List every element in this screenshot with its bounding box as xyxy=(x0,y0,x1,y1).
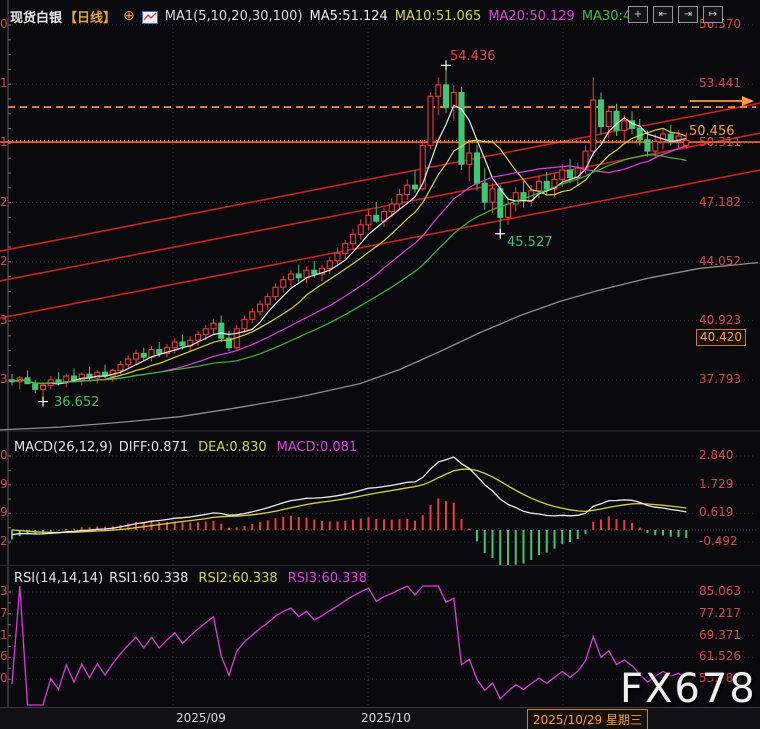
rsi-axis-label-clipped: 6 xyxy=(0,649,8,663)
rsi-axis-label-clipped: 3 xyxy=(0,584,8,598)
macd-axis-label: -0.492 xyxy=(699,534,738,548)
macd-series xyxy=(12,457,686,565)
price-axis-label-clipped: 0 xyxy=(0,17,8,31)
current-date-label: 2025/10/29 星期三 xyxy=(527,709,648,729)
rsi3-value: RSI3:60.338 xyxy=(288,571,367,586)
price-axis-label: 44.052 xyxy=(699,254,741,268)
macd-axis-label: 0.619 xyxy=(699,505,733,519)
rsi-series xyxy=(12,586,686,705)
macd-axis-label-clipped: 9 xyxy=(0,477,8,491)
macd-label: MACD(26,12,9) xyxy=(14,440,113,455)
macd-axis-label: 2.840 xyxy=(699,448,733,462)
ma-settings-label: MA1(5,10,20,30,100) xyxy=(165,9,303,24)
price-axis-label-clipped: 3 xyxy=(0,313,8,327)
rsi-axis-label: 69.371 xyxy=(699,628,741,642)
rsi1-value: RSI1:60.338 xyxy=(109,571,188,586)
reset-scale-icon[interactable]: ↦ xyxy=(703,6,723,23)
symbol-title: 现货白银 xyxy=(10,7,62,26)
price-axis-label: 53.441 xyxy=(699,76,741,90)
price-axis-label: 40.923 xyxy=(699,313,741,327)
rsi-header: RSI(14,14,14) RSI1:60.338 RSI2:60.338 RS… xyxy=(14,571,367,586)
swing-low-annotation: 45.527 xyxy=(507,235,553,250)
ma100-line xyxy=(0,263,758,430)
ma30-line xyxy=(12,155,686,384)
candlestick-series xyxy=(10,65,689,401)
rsi-line xyxy=(12,586,686,705)
high-annotation: 54.436 xyxy=(450,49,496,64)
scale-right-icon[interactable]: ⇥ xyxy=(678,6,698,23)
price-axis-label-clipped: 3 xyxy=(0,372,8,386)
time-label-sep: 2025/09 xyxy=(176,711,226,725)
macd-dea-value: DEA:0.830 xyxy=(198,440,267,455)
price-chart-canvas[interactable] xyxy=(0,0,760,729)
period-tag: 【日线】 xyxy=(64,7,116,26)
ma20-line xyxy=(12,146,686,384)
trend-lines xyxy=(0,96,760,318)
rsi-axis-label: 61.526 xyxy=(699,649,741,663)
rsi-axis-label: 77.217 xyxy=(699,606,741,620)
ma100 xyxy=(0,263,758,430)
macd-header: MACD(26,12,9) DIFF:0.871 DEA:0.830 MACD:… xyxy=(14,440,357,455)
watermark: FX678 xyxy=(620,666,757,712)
price-axis-label: 47.182 xyxy=(699,195,741,209)
pan-tool-icon[interactable]: + xyxy=(628,6,648,23)
time-label-oct: 2025/10 xyxy=(361,711,411,725)
add-indicator-icon[interactable]: ⊕ xyxy=(123,8,135,24)
rsi-axis-label-clipped: 7 xyxy=(0,606,8,620)
price-axis-label-clipped: 1 xyxy=(0,135,8,149)
macd-axis-label: 1.729 xyxy=(699,477,733,491)
price-axis-label-clipped: 2 xyxy=(0,254,8,268)
rsi2-value: RSI2:60.338 xyxy=(198,571,277,586)
current-price-tag: 50.456 xyxy=(689,124,735,139)
scale-left-icon[interactable]: ⇤ xyxy=(653,6,673,23)
rsi-label: RSI(14,14,14) xyxy=(14,571,103,586)
price-axis-label: 37.793 xyxy=(699,372,741,386)
macd-axis-label-clipped: 0 xyxy=(0,448,8,462)
rsi-axis-label-clipped: 1 xyxy=(0,628,8,642)
left-low-annotation: 36.652 xyxy=(54,395,100,410)
rsi-axis-label: 85.063 xyxy=(699,584,741,598)
alert-price-tag: 40.420 xyxy=(696,329,746,346)
chart-toolbar: + ⇤ ⇥ ↦ xyxy=(628,6,723,23)
ma10-value: MA10:51.065 xyxy=(395,9,482,24)
macd-diff-value: DIFF:0.871 xyxy=(119,440,188,455)
macd-hist-value: MACD:0.081 xyxy=(277,440,358,455)
macd-axis-label-clipped: 9 xyxy=(0,505,8,519)
chart-header: 现货白银【日线】 ⊕ MA1(5,10,20,30,100) MA5:51.12… xyxy=(10,6,644,26)
macd-axis-label-clipped: 2 xyxy=(0,534,8,548)
diff-line xyxy=(12,457,686,535)
ma20-value: MA20:50.129 xyxy=(488,9,575,24)
rsi-axis-label-clipped: 0 xyxy=(0,671,8,685)
chart-style-icon[interactable] xyxy=(142,11,158,24)
trading-chart-app: 现货白银【日线】 ⊕ MA1(5,10,20,30,100) MA5:51.12… xyxy=(0,0,760,729)
ma5-value: MA5:51.124 xyxy=(310,9,388,24)
price-axis-label-clipped: 1 xyxy=(0,76,8,90)
dea-line xyxy=(12,469,686,532)
price-axis-label-clipped: 2 xyxy=(0,195,8,209)
